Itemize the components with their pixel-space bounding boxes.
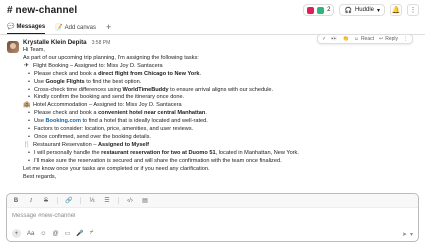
message-timestamp[interactable]: 3:58 PM [92, 40, 111, 46]
canvas-icon: 📝 [55, 25, 63, 31]
message-body: Krystalle Klein Depita 3:58 PM Hi Team, … [23, 39, 418, 181]
section-heading: ✈ Flight Booking – Assigned to: Miss Joy… [23, 63, 418, 71]
code-block-button[interactable]: ▤ [141, 197, 149, 204]
message-actions-bar: ✓ 👀 👏 ☺ React ↩ Reply ⋮ [317, 34, 413, 44]
emoji-icon: ☺ [353, 36, 359, 42]
member-count: 2 [327, 7, 331, 13]
huddle-button[interactable]: 🎧 Huddle ▾ [339, 4, 385, 16]
more-actions-button[interactable]: ⋮ [403, 36, 408, 42]
huddle-label: Huddle [354, 7, 374, 13]
list-item: Use Booking.com to find a hotel that is … [23, 118, 418, 126]
numbered-list-button[interactable]: ⅓ [88, 198, 96, 204]
member-avatar [317, 6, 325, 14]
chat-bubble-icon: 💬 [7, 24, 15, 30]
clap-reaction-button[interactable]: 👏 [343, 36, 349, 42]
author-avatar[interactable] [7, 41, 19, 53]
eyes-reaction-button[interactable]: 👀 [331, 36, 337, 42]
airplane-icon: ✈ [23, 62, 30, 69]
shortcuts-button[interactable]: ⌿ [90, 230, 94, 237]
send-options-button[interactable]: ▾ [410, 231, 413, 238]
kebab-icon: ⋮ [409, 7, 417, 14]
message-input[interactable] [12, 213, 402, 219]
audio-button[interactable]: 🎤 [76, 230, 83, 237]
toolbar-divider [57, 197, 58, 204]
video-icon: ▭ [64, 231, 71, 237]
message-composer: B I S 🔗 ⅓ ☰ ‹/› ▤ + Aa ☺ @ ▭ 🎤 ⌿ ➤ ▾ [6, 193, 419, 242]
header-actions: 2 🎧 Huddle ▾ 🔔 ⋮ [303, 4, 419, 16]
toolbar-divider [118, 197, 119, 204]
tab-add-canvas-label: Add canvas [64, 24, 97, 31]
list-item: Once confirmed, send over the booking de… [23, 134, 418, 142]
cutlery-icon: 🍴 [23, 141, 31, 148]
emoji-button[interactable]: ☺ [40, 231, 46, 237]
mention-button[interactable]: @ [52, 231, 58, 237]
channel-header: # new-channel 2 🎧 Huddle ▾ 🔔 ⋮ [0, 0, 425, 20]
channel-tabs: 💬 Messages 📝 Add canvas + [0, 20, 425, 35]
bold-button[interactable]: B [12, 198, 20, 204]
emoji-icon: ☺ [40, 230, 47, 237]
signoff-line: Best regards, [23, 173, 57, 180]
chevron-down-icon: ▾ [409, 232, 413, 238]
channel-title[interactable]: # new-channel [7, 5, 77, 16]
bulleted-list-button[interactable]: ☰ [103, 197, 111, 204]
author-name[interactable]: Krystalle Klein Depita [23, 39, 87, 46]
numbered-list-icon: ⅓ [89, 197, 95, 204]
member-avatars-button[interactable]: 2 [303, 4, 335, 16]
microphone-icon: 🎤 [76, 231, 84, 237]
tab-add-canvas[interactable]: 📝 Add canvas [55, 24, 96, 34]
chevron-down-icon: ▾ [376, 7, 380, 14]
section-title: Hotel Accommodation – Assigned to: Miss … [33, 102, 182, 109]
closing-line: Let me know once your tasks are complete… [23, 165, 210, 172]
section-heading: 🏨 Hotel Accommodation – Assigned to: Mis… [23, 102, 418, 110]
bell-icon: 🔔 [391, 7, 401, 14]
code-block-icon: ▤ [142, 198, 148, 204]
send-controls: ➤ ▾ [402, 231, 413, 238]
list-item: I will personally handle the restaurant … [23, 150, 418, 158]
italic-button[interactable]: I [27, 198, 35, 204]
text-format-button[interactable]: Aa [27, 231, 34, 237]
member-avatar [307, 6, 315, 14]
section-title: Restaurant Reservation – Assigned to Mys… [33, 141, 149, 148]
intro-line: As part of our upcoming trip planning, I… [23, 54, 199, 61]
list-item: Use Google Flights to find the best opti… [23, 79, 418, 87]
video-button[interactable]: ▭ [65, 230, 71, 237]
booking-link[interactable]: Booking.com [46, 118, 81, 124]
greeting-line: Hi Team, [23, 47, 45, 53]
reply-button[interactable]: ↩ Reply [379, 36, 398, 42]
send-button[interactable]: ➤ [402, 231, 407, 238]
check-reaction-button[interactable]: ✓ [322, 36, 326, 42]
send-icon: ➤ [401, 232, 407, 238]
strikethrough-button[interactable]: S [42, 198, 50, 204]
code-icon: ‹/› [127, 197, 133, 204]
link-button[interactable]: 🔗 [65, 197, 73, 204]
react-button[interactable]: ☺ React [354, 36, 374, 42]
list-item: Please check and book a convenient hotel… [23, 110, 418, 118]
bulleted-list-icon: ☰ [104, 198, 110, 204]
link-icon: 🔗 [65, 198, 73, 204]
notification-bell-button[interactable]: 🔔 [390, 4, 402, 16]
add-tab-button[interactable]: + [106, 22, 111, 34]
tab-messages-label: Messages [16, 23, 46, 30]
list-item: Factors to consider: location, price, am… [23, 126, 418, 134]
message-item[interactable]: Krystalle Klein Depita 3:58 PM Hi Team, … [0, 36, 425, 192]
slash-icon: ⌿ [89, 230, 94, 236]
attach-button[interactable]: + [12, 229, 21, 238]
at-icon: @ [52, 230, 59, 237]
more-options-button[interactable]: ⋮ [407, 4, 419, 16]
list-item: Cross-check time differences using World… [23, 87, 418, 95]
list-item: Kindly confirm the booking and send the … [23, 94, 418, 102]
list-item: Please check and book a direct flight fr… [23, 71, 418, 79]
code-button[interactable]: ‹/› [126, 198, 134, 204]
plus-icon: + [14, 230, 19, 237]
section-title: Flight Booking – Assigned to: Miss Joy D… [33, 62, 163, 69]
list-item: I'll make sure the reservation is secure… [23, 158, 418, 166]
composer-bottom-bar: + Aa ☺ @ ▭ 🎤 ⌿ [12, 229, 93, 238]
hotel-icon: 🏨 [23, 102, 31, 109]
formatting-toolbar: B I S 🔗 ⅓ ☰ ‹/› ▤ [7, 194, 418, 208]
reply-icon: ↩ [379, 36, 384, 42]
headphones-icon: 🎧 [344, 7, 352, 14]
section-heading: 🍴 Restaurant Reservation – Assigned to M… [23, 142, 418, 150]
tab-messages[interactable]: 💬 Messages [7, 23, 46, 34]
toolbar-divider [80, 197, 81, 204]
